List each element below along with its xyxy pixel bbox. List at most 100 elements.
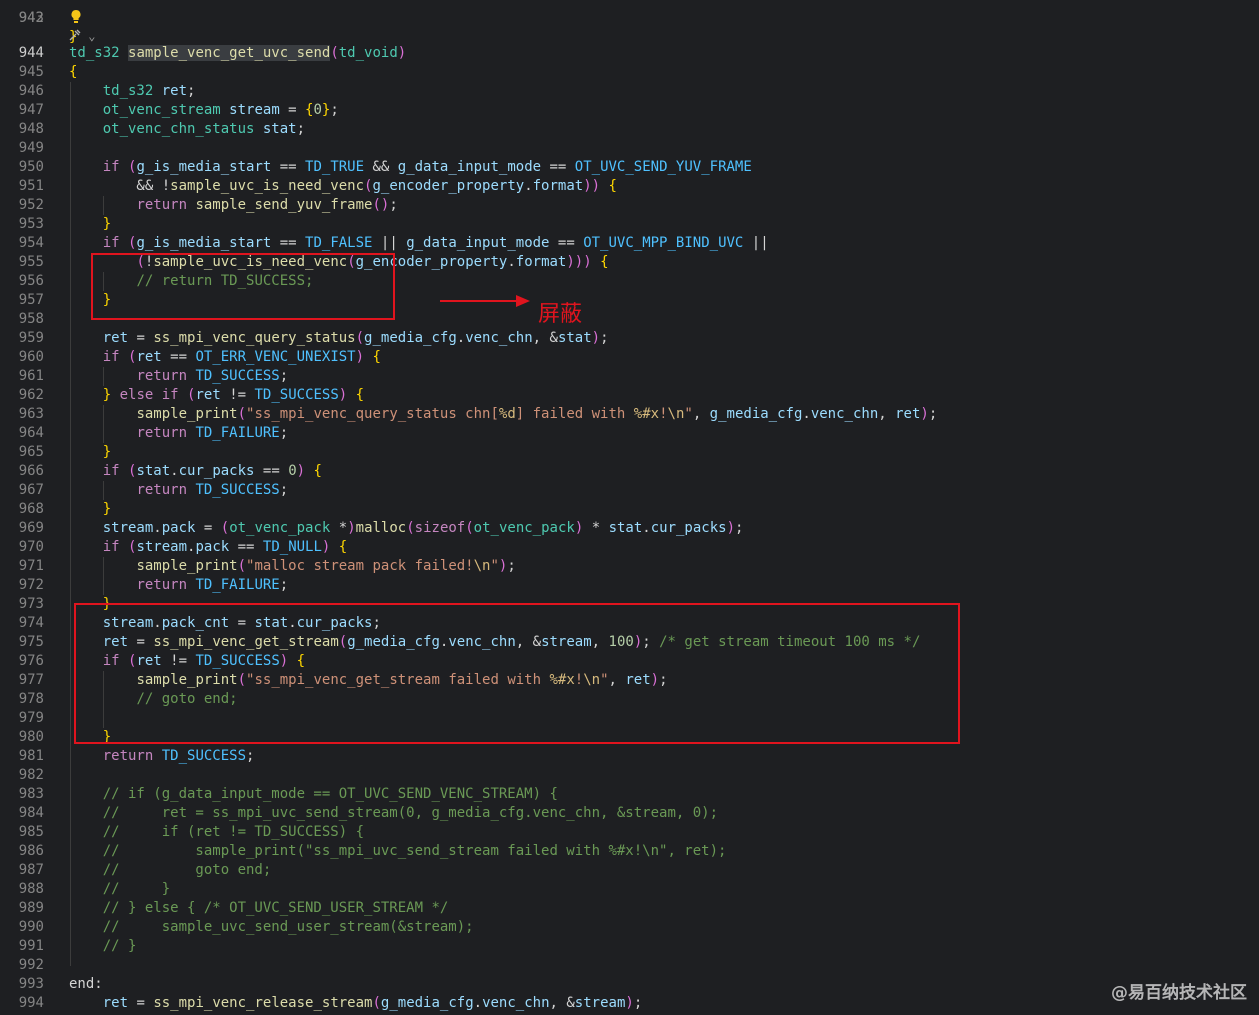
code-text: return TD_FAILURE; bbox=[136, 425, 289, 441]
code-text: return TD_SUCCESS; bbox=[136, 368, 289, 384]
code-line[interactable]: 961 return TD_SUCCESS; bbox=[0, 367, 1259, 386]
code-line[interactable]: 989 // } else { /* OT_UVC_SEND_USER_STRE… bbox=[0, 899, 1259, 918]
code-editor[interactable]: 942 } ⌄ 943 944 td_s32 sample_venc_get_uvc… bbox=[0, 0, 1259, 1015]
code-text: return TD_SUCCESS; bbox=[136, 482, 289, 498]
code-line[interactable]: 985 // if (ret != TD_SUCCESS) { bbox=[0, 823, 1259, 842]
highlight-box-disabled-return bbox=[91, 253, 395, 320]
line-number: 970 bbox=[18, 539, 44, 555]
code-line[interactable]: 951 && !sample_uvc_is_need_venc(g_encode… bbox=[0, 177, 1259, 196]
line-number: 943 bbox=[18, 10, 44, 26]
refactor-icon[interactable] bbox=[69, 29, 81, 41]
code-text: if (stream.pack == TD_NULL) { bbox=[102, 539, 348, 555]
code-line[interactable]: 945 { bbox=[0, 63, 1259, 82]
line-number: 986 bbox=[18, 843, 44, 859]
code-line[interactable]: 959 ret = ss_mpi_venc_query_status(g_med… bbox=[0, 329, 1259, 348]
code-line[interactable]: 990 // sample_uvc_send_user_stream(&stre… bbox=[0, 918, 1259, 937]
code-text: } bbox=[102, 216, 112, 232]
code-line[interactable]: 947 ot_venc_stream stream = {0}; bbox=[0, 101, 1259, 120]
line-number: 952 bbox=[18, 197, 44, 213]
line-number: 966 bbox=[18, 463, 44, 479]
code-text: if (g_is_media_start == TD_FALSE || g_da… bbox=[102, 235, 769, 251]
code-line[interactable]: 963 sample_print("ss_mpi_venc_query_stat… bbox=[0, 405, 1259, 424]
code-line[interactable]: 949 bbox=[0, 139, 1259, 158]
code-line[interactable]: 972 return TD_FAILURE; bbox=[0, 576, 1259, 595]
code-line[interactable]: 981 return TD_SUCCESS; bbox=[0, 747, 1259, 766]
code-line[interactable]: 992 bbox=[0, 956, 1259, 975]
code-text: if (stat.cur_packs == 0) { bbox=[102, 463, 322, 479]
code-line[interactable]: 965 } bbox=[0, 443, 1259, 462]
line-number: 977 bbox=[18, 672, 44, 688]
code-line[interactable]: 987 // goto end; bbox=[0, 861, 1259, 880]
code-line[interactable]: 962 } else if (ret != TD_SUCCESS) { bbox=[0, 386, 1259, 405]
code-line[interactable]: 970 if (stream.pack == TD_NULL) { bbox=[0, 538, 1259, 557]
line-number: 959 bbox=[18, 330, 44, 346]
line-number: 975 bbox=[18, 634, 44, 650]
code-line[interactable]: 982 bbox=[0, 766, 1259, 785]
code-line[interactable]: 994 ret = ss_mpi_venc_release_stream(g_m… bbox=[0, 994, 1259, 1013]
code-line[interactable]: 948 ot_venc_chn_status stat; bbox=[0, 120, 1259, 139]
line-number: 990 bbox=[18, 919, 44, 935]
code-text: return TD_FAILURE; bbox=[136, 577, 289, 593]
line-number: 976 bbox=[18, 653, 44, 669]
code-text: ret = ss_mpi_venc_query_status(g_media_c… bbox=[102, 330, 609, 346]
line-number: 985 bbox=[18, 824, 44, 840]
code-line[interactable]: 952 return sample_send_yuv_frame(); bbox=[0, 196, 1259, 215]
code-line[interactable]: 950 if (g_is_media_start == TD_TRUE && g… bbox=[0, 158, 1259, 177]
code-line[interactable]: 954 if (g_is_media_start == TD_FALSE || … bbox=[0, 234, 1259, 253]
line-number: 947 bbox=[18, 102, 44, 118]
codelens-actions[interactable]: ⌄ bbox=[69, 28, 95, 44]
code-line[interactable]: 984 // ret = ss_mpi_uvc_send_stream(0, g… bbox=[0, 804, 1259, 823]
code-line[interactable]: 943 bbox=[0, 9, 1259, 28]
line-number: 946 bbox=[18, 83, 44, 99]
line-number: 981 bbox=[18, 748, 44, 764]
code-line[interactable]: 966 if (stat.cur_packs == 0) { bbox=[0, 462, 1259, 481]
line-number: 972 bbox=[18, 577, 44, 593]
code-line[interactable]: 968 } bbox=[0, 500, 1259, 519]
line-number: 971 bbox=[18, 558, 44, 574]
line-number: 987 bbox=[18, 862, 44, 878]
code-text: } bbox=[102, 501, 112, 517]
line-number: 958 bbox=[18, 311, 44, 327]
code-text: // } bbox=[102, 881, 171, 897]
code-line[interactable]: 942 } bbox=[0, 0, 1259, 45]
code-text: // if (g_data_input_mode == OT_UVC_SEND_… bbox=[102, 786, 558, 802]
line-number: 994 bbox=[18, 995, 44, 1011]
line-number: 950 bbox=[18, 159, 44, 175]
code-line[interactable]: 971 sample_print("malloc stream pack fai… bbox=[0, 557, 1259, 576]
code-text: ot_venc_stream stream = {0}; bbox=[102, 102, 339, 118]
code-text: td_s32 ret; bbox=[102, 83, 196, 99]
code-line[interactable]: 969 stream.pack = (ot_venc_pack *)malloc… bbox=[0, 519, 1259, 538]
line-number: 963 bbox=[18, 406, 44, 422]
code-line[interactable]: 988 // } bbox=[0, 880, 1259, 899]
line-number: 961 bbox=[18, 368, 44, 384]
code-line[interactable]: 960 if (ret == OT_ERR_VENC_UNEXIST) { bbox=[0, 348, 1259, 367]
line-number: 983 bbox=[18, 786, 44, 802]
line-number: 989 bbox=[18, 900, 44, 916]
line-number: 974 bbox=[18, 615, 44, 631]
code-line[interactable]: 946 td_s32 ret; bbox=[0, 82, 1259, 101]
code-text: // goto end; bbox=[102, 862, 272, 878]
code-text: && !sample_uvc_is_need_venc(g_encoder_pr… bbox=[69, 178, 617, 194]
code-line[interactable]: 944 td_s32 sample_venc_get_uvc_send(td_vo… bbox=[0, 44, 1259, 63]
line-number: 956 bbox=[18, 273, 44, 289]
line-number: 955 bbox=[18, 254, 44, 270]
code-text: ret = ss_mpi_venc_release_stream(g_media… bbox=[102, 995, 643, 1011]
code-text: return TD_SUCCESS; bbox=[102, 748, 255, 764]
code-text: ot_venc_chn_status stat; bbox=[102, 121, 306, 137]
code-text: // sample_uvc_send_user_stream(&stream); bbox=[102, 919, 474, 935]
code-line[interactable]: 953 } bbox=[0, 215, 1259, 234]
code-line[interactable]: 993 end: bbox=[0, 975, 1259, 994]
code-line[interactable]: 991 // } bbox=[0, 937, 1259, 956]
line-number: 969 bbox=[18, 520, 44, 536]
code-line[interactable]: 964 return TD_FAILURE; bbox=[0, 424, 1259, 443]
annotation-label: 屏蔽 bbox=[538, 302, 583, 327]
line-number: 984 bbox=[18, 805, 44, 821]
annotation-arrow bbox=[440, 300, 518, 302]
chevron-down-icon[interactable]: ⌄ bbox=[88, 29, 95, 43]
code-text: if (g_is_media_start == TD_TRUE && g_dat… bbox=[102, 159, 752, 175]
code-line[interactable]: 986 // sample_print("ss_mpi_uvc_send_str… bbox=[0, 842, 1259, 861]
code-text: // } else { /* OT_UVC_SEND_USER_STREAM *… bbox=[102, 900, 449, 916]
code-line[interactable]: 967 return TD_SUCCESS; bbox=[0, 481, 1259, 500]
code-text: sample_print("ss_mpi_venc_query_status c… bbox=[136, 406, 938, 422]
code-line[interactable]: 983 // if (g_data_input_mode == OT_UVC_S… bbox=[0, 785, 1259, 804]
